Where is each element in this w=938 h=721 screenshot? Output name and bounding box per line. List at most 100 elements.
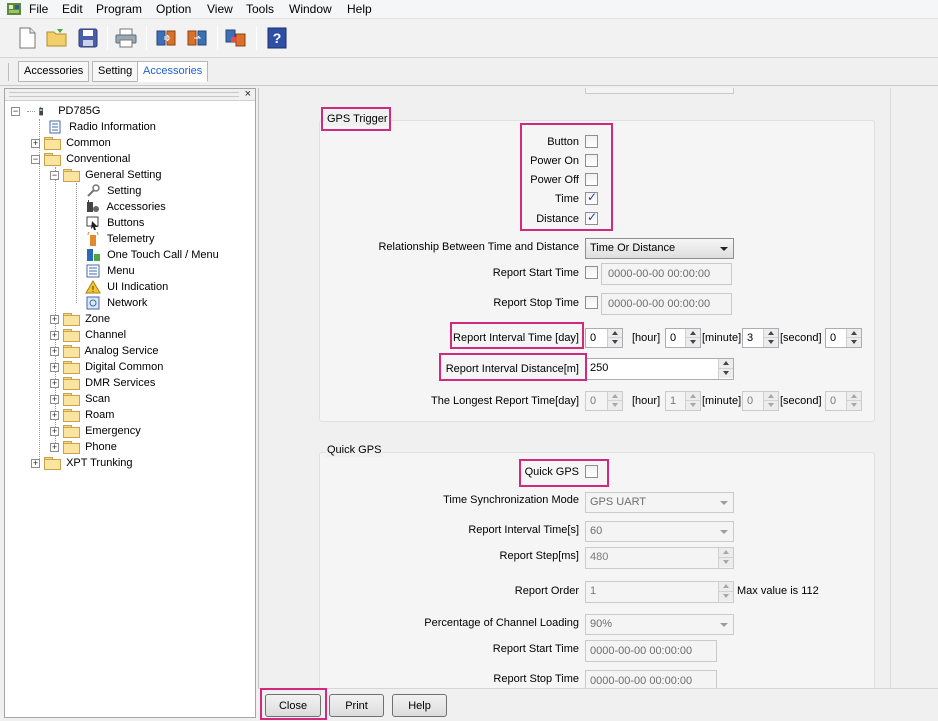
time-sync-select[interactable]: GPS UART [585,492,734,513]
report-step-spinner[interactable]: 480 [585,547,734,569]
tree-item-scan[interactable]: + Scan [50,391,110,407]
relationship-select[interactable]: Time Or Distance [585,238,734,259]
report-order-spinner[interactable]: 1 [585,581,734,603]
spin-down-icon[interactable] [686,401,700,410]
report-start-checkbox[interactable] [585,266,598,279]
spin-up-icon[interactable] [608,392,622,401]
help-toolbar-button[interactable]: ? [263,24,291,52]
tab-accessories-left[interactable]: Accessories [18,61,90,82]
spin-up-icon[interactable] [686,392,700,401]
longest-hour-spinner[interactable]: 1 [665,391,701,411]
collapse-icon[interactable]: − [11,106,20,116]
tree-item-ui-indication[interactable]: ! UI Indication [85,279,168,295]
spin-down-icon[interactable] [764,401,778,410]
expand-icon[interactable]: + [50,330,59,340]
tree-item-telemetry[interactable]: Telemetry [85,231,155,247]
spin-down-icon[interactable] [608,401,622,410]
tree-item-zone[interactable]: + Zone [50,311,110,327]
distance-trigger-checkbox[interactable] [585,210,598,225]
tree-item-analog-service[interactable]: + Analog Service [50,343,158,359]
button-trigger-checkbox[interactable] [585,135,598,148]
tree-item-roam[interactable]: + Roam [50,407,114,423]
longest-second-spinner[interactable]: 0 [825,391,862,411]
tree-item-conventional[interactable]: − Conventional [31,151,130,167]
power-off-checkbox[interactable] [585,173,598,186]
tree-item-emergency[interactable]: + Emergency [50,423,141,439]
channel-loading-select[interactable]: 90% [585,614,734,635]
power-on-checkbox[interactable] [585,154,598,167]
expand-icon[interactable]: + [50,378,59,388]
tree-item-menu[interactable]: Menu [85,263,135,279]
tree-item-one-touch-call[interactable]: One Touch Call / Menu [85,247,219,263]
tree-close-icon[interactable]: × [245,87,251,101]
spin-down-icon[interactable] [608,338,622,347]
tree-item-digital-common[interactable]: + Digital Common [50,359,163,375]
save-button[interactable] [74,24,102,52]
expand-icon[interactable]: + [50,410,59,420]
longest-day-spinner[interactable]: 0 [585,391,623,411]
new-button[interactable] [13,24,41,52]
report-stop-input[interactable]: 0000-00-00 00:00:00 [601,293,732,315]
tree-item-accessories[interactable]: Accessories [85,199,166,215]
menu-view[interactable]: View [207,2,233,16]
close-button[interactable]: Close [265,694,321,717]
tree-item-xpt-trunking[interactable]: + XPT Trunking [31,455,133,471]
report-start-input[interactable]: 0000-00-00 00:00:00 [601,263,732,285]
expand-icon[interactable]: + [50,426,59,436]
spin-up-icon[interactable] [719,359,733,369]
tab-setting[interactable]: Setting [92,61,139,82]
menu-tools[interactable]: Tools [246,2,274,16]
tree-item-general-setting[interactable]: − General Setting [50,167,162,183]
expand-icon[interactable]: + [31,138,40,148]
interval-second-spinner[interactable]: 0 [825,328,862,348]
menu-help[interactable]: Help [347,2,372,16]
spin-up-icon[interactable] [764,329,778,338]
interval-hour-spinner[interactable]: 0 [665,328,701,348]
spin-down-icon[interactable] [764,338,778,347]
tree-item-common[interactable]: + Common [31,135,111,151]
copy-radio-button[interactable] [222,24,250,52]
read-radio-button[interactable] [152,24,180,52]
spin-down-icon[interactable] [719,369,733,378]
quick-interval-select[interactable]: 60 [585,521,734,542]
interval-minute-spinner[interactable]: 3 [742,328,779,348]
spin-down-icon[interactable] [847,338,861,347]
tree-item-setting[interactable]: Setting [85,183,141,199]
expand-icon[interactable]: + [50,314,59,324]
spin-down-icon[interactable] [686,338,700,347]
spin-up-icon[interactable] [686,329,700,338]
tree-item-network[interactable]: Network [85,295,147,311]
tab-accessories-active[interactable]: Accessories [137,61,209,82]
open-button[interactable] [43,24,71,52]
help-button[interactable]: Help [392,694,447,717]
expand-icon[interactable]: + [31,458,40,468]
menu-file[interactable]: File [29,2,48,16]
expand-icon[interactable]: + [50,442,59,452]
expand-icon[interactable]: + [50,362,59,372]
spin-down-icon[interactable] [719,558,733,567]
report-stop-checkbox[interactable] [585,296,598,309]
print-button[interactable]: Print [329,694,384,717]
quick-stop-input[interactable]: 0000-00-00 00:00:00 [585,670,717,688]
tree-item-phone[interactable]: + Phone [50,439,117,455]
collapse-icon[interactable]: − [50,170,59,180]
spin-up-icon[interactable] [847,329,861,338]
spin-up-icon[interactable] [719,582,733,592]
tree-item-buttons[interactable]: Buttons [85,215,144,231]
spin-up-icon[interactable] [608,329,622,338]
interval-distance-spinner[interactable]: 250 [585,358,734,380]
spin-up-icon[interactable] [764,392,778,401]
spin-up-icon[interactable] [719,548,733,558]
spin-down-icon[interactable] [719,592,733,601]
tree-item-radio-information[interactable]: Radio Information [47,119,156,135]
tree-item-channel[interactable]: + Channel [50,327,126,343]
menu-option[interactable]: Option [156,2,191,16]
menu-window[interactable]: Window [289,2,332,16]
spin-up-icon[interactable] [847,392,861,401]
interval-day-spinner[interactable]: 0 [585,328,623,348]
collapse-icon[interactable]: − [31,154,40,164]
spin-down-icon[interactable] [847,401,861,410]
quick-gps-checkbox[interactable] [585,465,598,478]
longest-minute-spinner[interactable]: 0 [742,391,779,411]
print-toolbar-button[interactable] [112,24,140,52]
